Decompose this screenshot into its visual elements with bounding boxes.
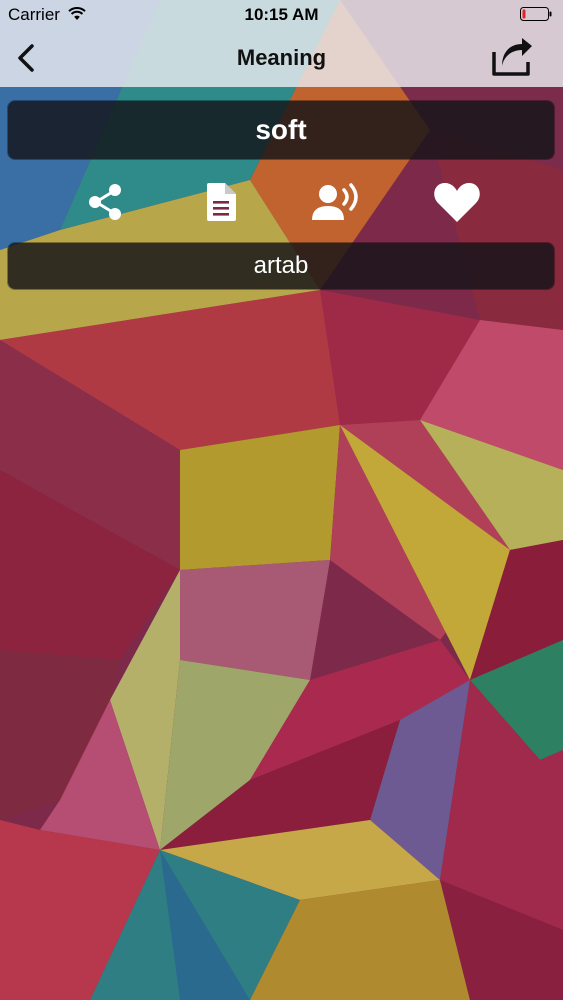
- speaker-person-icon: [312, 183, 358, 220]
- word-text: soft: [255, 114, 307, 145]
- battery-low-icon: [520, 7, 552, 21]
- share-button[interactable]: [79, 177, 131, 227]
- navigation-bar: Meaning: [0, 30, 563, 87]
- back-button[interactable]: [10, 40, 44, 76]
- share-icon: [89, 184, 121, 220]
- favorite-button[interactable]: [431, 177, 483, 227]
- word-panel: soft: [8, 101, 554, 159]
- document-icon: [207, 183, 236, 221]
- heart-icon: [434, 183, 480, 222]
- meaning-text: artab: [253, 252, 309, 279]
- speak-button[interactable]: [311, 177, 363, 227]
- meaning-screen: Carrier 10:15 AM Meaning soft artab: [0, 0, 563, 1000]
- status-time: 10:15 AM: [244, 5, 319, 24]
- top-bar: Carrier 10:15 AM Meaning: [0, 0, 563, 87]
- status-bar: Carrier 10:15 AM: [0, 0, 563, 30]
- copy-button[interactable]: [195, 177, 247, 227]
- share-out-icon[interactable]: [488, 36, 536, 78]
- meaning-panel: artab: [8, 243, 554, 289]
- page-title: Meaning: [236, 45, 327, 70]
